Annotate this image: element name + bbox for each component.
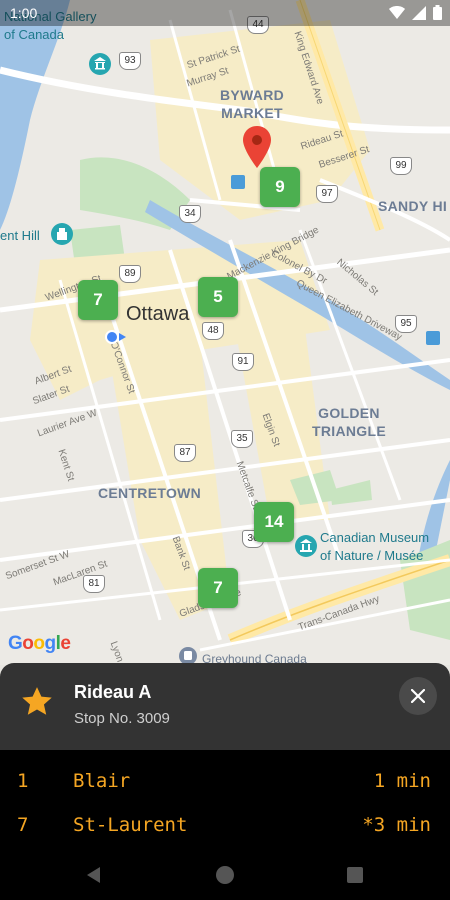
city-label-ottawa: Ottawa	[126, 303, 190, 325]
route-shield: 81	[83, 575, 105, 593]
wifi-icon	[389, 5, 405, 19]
stop-number: Stop No. 3009	[74, 710, 170, 727]
district-label-golden-triangle: GOLDEN TRIANGLE	[312, 405, 386, 439]
red-pin-icon[interactable]	[243, 126, 271, 168]
route-shield: 35	[231, 430, 253, 448]
route-shield: 99	[390, 157, 412, 175]
stop-cluster-marker[interactable]: 9	[260, 167, 300, 207]
route-shield: 87	[174, 444, 196, 462]
signal-icon	[412, 5, 426, 20]
route-destination: Blair	[73, 770, 131, 792]
recents-square-icon	[347, 867, 363, 883]
arrival-time: 1 min	[373, 770, 431, 792]
departure-row[interactable]: 1 Blair 1 min	[0, 760, 450, 800]
transit-station-icon	[231, 175, 245, 189]
back-button[interactable]	[82, 863, 106, 887]
departure-row[interactable]: 7 St-Laurent *3 min	[0, 804, 450, 844]
district-label-centretown: CENTRETOWN	[98, 485, 202, 501]
close-icon	[411, 689, 425, 703]
recents-button[interactable]	[343, 863, 367, 887]
system-navigation-bar	[0, 850, 450, 900]
stop-info-sheet: Rideau A Stop No. 3009	[0, 663, 450, 750]
arrival-time: *3 min	[362, 814, 431, 836]
museum-icon	[295, 535, 317, 557]
route-shield: 89	[119, 265, 141, 283]
route-number: 7	[17, 814, 29, 836]
battery-icon	[433, 5, 442, 20]
route-shield: 34	[179, 205, 201, 223]
back-triangle-icon	[87, 867, 100, 883]
route-number: 1	[17, 770, 29, 792]
route-shield: 97	[316, 185, 338, 203]
stop-cluster-marker[interactable]: 7	[198, 568, 238, 608]
landmark-icon	[51, 223, 73, 245]
stop-cluster-marker[interactable]: 5	[198, 277, 238, 317]
home-button[interactable]	[213, 863, 237, 887]
status-time: 1:00	[10, 5, 38, 21]
home-circle-icon	[216, 866, 234, 884]
google-logo: Google	[8, 633, 71, 654]
stop-cluster-marker[interactable]: 7	[78, 280, 118, 320]
route-destination: St-Laurent	[73, 814, 188, 836]
stop-cluster-marker[interactable]: 14	[254, 502, 294, 542]
route-shield: 48	[202, 322, 224, 340]
route-shield: 91	[232, 353, 254, 371]
my-location-icon	[105, 330, 126, 344]
route-shield: 95	[395, 315, 417, 333]
stop-name: Rideau A	[74, 682, 152, 702]
star-icon[interactable]	[20, 685, 54, 719]
map-view[interactable]: St Patrick St Murray St King Edward Ave …	[0, 0, 450, 665]
poi-label-canadian-museum: Canadian Museum of Nature / Musée	[320, 530, 430, 563]
poi-label-parliament-hill: ent Hill	[0, 228, 40, 243]
route-shield: 93	[119, 52, 141, 70]
close-button[interactable]	[399, 677, 437, 715]
district-label-byward-market: BYWARD MARKET	[220, 87, 285, 121]
district-label-sandy-hill: SANDY HI	[378, 198, 448, 214]
status-bar: 1:00	[0, 0, 450, 26]
transit-station-icon	[426, 331, 440, 345]
gallery-icon	[89, 53, 111, 75]
